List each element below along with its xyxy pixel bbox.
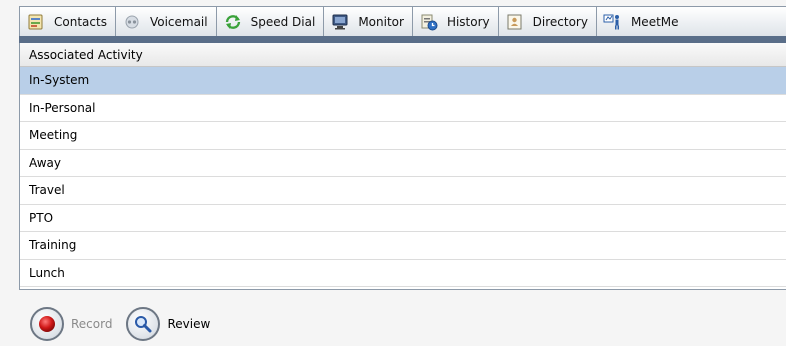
- list-item[interactable]: Lunch: [20, 260, 786, 287]
- tab-content-strip: [19, 36, 786, 43]
- tab-label: Voicemail: [149, 14, 208, 29]
- monitor-icon: [330, 12, 350, 32]
- tab-label: Monitor: [358, 14, 404, 29]
- tab-speed-dial[interactable]: Speed Dial: [216, 6, 325, 36]
- tab-voicemail[interactable]: Voicemail: [115, 6, 217, 36]
- record-label: Record: [71, 317, 113, 331]
- list-item[interactable]: Away: [20, 150, 786, 177]
- tab-label: Contacts: [54, 14, 107, 29]
- speed-dial-icon: [223, 12, 243, 32]
- list-item[interactable]: Meeting: [20, 122, 786, 150]
- list-item[interactable]: Training: [20, 232, 786, 260]
- tab-label: MeetMe: [630, 14, 679, 29]
- record-icon: [30, 307, 64, 341]
- list-item[interactable]: In-Personal: [20, 95, 786, 122]
- footer-toolbar: Record Review: [30, 306, 224, 342]
- tab-label: Directory: [532, 14, 588, 29]
- review-button[interactable]: Review: [126, 307, 210, 341]
- list-item[interactable]: Travel: [20, 177, 786, 205]
- record-button[interactable]: Record: [30, 307, 112, 341]
- tab-monitor[interactable]: Monitor: [324, 6, 413, 36]
- review-label: Review: [167, 317, 211, 331]
- list-item[interactable]: In-System: [20, 67, 786, 95]
- tab-directory[interactable]: Directory: [498, 6, 597, 36]
- tab-meetme[interactable]: MeetMe: [596, 6, 786, 36]
- column-header[interactable]: Associated Activity: [20, 43, 786, 67]
- contacts-panel: Contacts Voicemail Speed Dial Monitor Hi…: [0, 0, 786, 346]
- list-item[interactable]: PTO: [20, 205, 786, 232]
- tab-label: History: [446, 14, 490, 29]
- voicemail-icon: [122, 12, 142, 32]
- tab-history[interactable]: History: [412, 6, 499, 36]
- contacts-icon: [26, 12, 46, 32]
- tab-bar: Contacts Voicemail Speed Dial Monitor Hi…: [19, 4, 786, 36]
- activity-list: Associated Activity In-System In-Persona…: [19, 43, 786, 290]
- tab-contacts[interactable]: Contacts: [19, 6, 116, 36]
- history-icon: [419, 12, 439, 32]
- magnifier-icon: [126, 307, 161, 341]
- directory-icon: [505, 12, 525, 32]
- tab-label: Speed Dial: [250, 14, 316, 29]
- meetme-icon: [603, 12, 623, 32]
